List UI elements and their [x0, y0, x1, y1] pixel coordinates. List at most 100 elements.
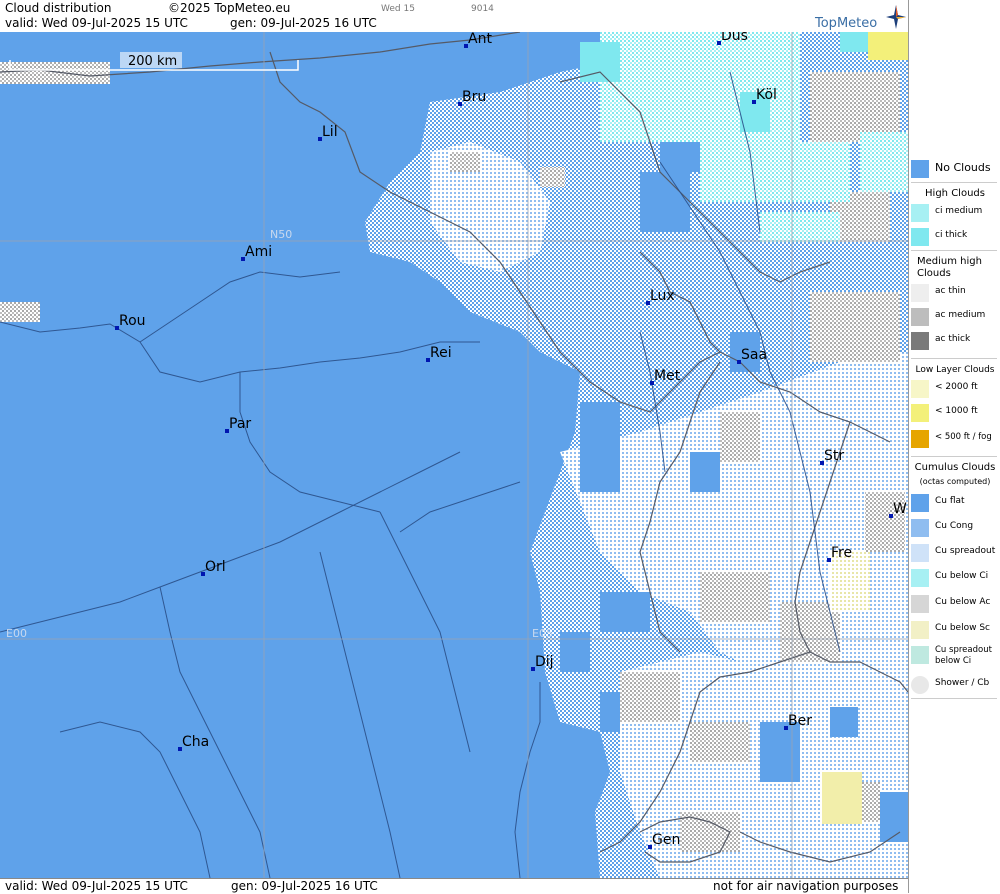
- legend-label: Cu spreadout: [935, 546, 996, 556]
- city-label: Orl: [205, 559, 226, 575]
- city-label: Köl: [756, 87, 777, 103]
- shower-swatch: [911, 676, 929, 694]
- city-label: Cha: [182, 734, 209, 750]
- city-label: Rou: [119, 313, 146, 329]
- compass-star-icon: [886, 5, 906, 29]
- legend-ci-medium: ci medium: [909, 202, 1000, 224]
- city-label: Par: [229, 416, 251, 432]
- map-canvas: N50 E00 E05 200 km Ant Düs Bru Köl Lil Ami Lux…: [0, 32, 908, 878]
- legend-label: ac thin: [935, 286, 966, 296]
- legend-label: Cu below Sc: [935, 623, 990, 633]
- city-label: Rei: [430, 345, 452, 361]
- city-label: Dij: [535, 654, 554, 670]
- legend-ci-thick: ci thick: [909, 226, 1000, 248]
- legend-low-layer-heading: Low Layer Clouds: [915, 365, 995, 375]
- legend-octas-note: (octas computed): [919, 477, 991, 486]
- legend-cu-spreadout-below-ci: Cu spreadout below Ci: [909, 644, 1000, 674]
- legend-label: < 500 ft / fog: [935, 432, 992, 442]
- cu-spreadout-swatch: [911, 544, 929, 562]
- city-label: Lil: [322, 124, 338, 140]
- city-ant: Ant: [464, 32, 492, 48]
- generated-time: gen: 09-Jul-2025 16 UTC: [230, 16, 377, 30]
- disclaimer: not for air navigation purposes: [713, 879, 899, 893]
- ci-thick-swatch: [911, 228, 929, 246]
- city-bru: Bru: [458, 89, 486, 106]
- legend-ac-thin: ac thin: [909, 282, 1000, 304]
- city-lux: Lux: [646, 288, 675, 305]
- city-label: Ber: [788, 713, 812, 729]
- legend-shower: Shower / Cb: [909, 674, 1000, 696]
- scale-label: 200 km: [128, 54, 177, 69]
- legend-ac-thick: ac thick: [909, 330, 1000, 352]
- legend-lt500: < 500 ft / fog: [909, 428, 1000, 450]
- footer-valid-time: valid: Wed 09-Jul-2025 15 UTC: [5, 879, 188, 893]
- ac-thick-swatch: [911, 332, 929, 350]
- city-kol: Köl: [752, 87, 777, 104]
- cu-flat-swatch: [911, 494, 929, 512]
- legend-label: ac medium: [935, 310, 986, 320]
- copyright: ©2025 TopMeteo.eu: [168, 1, 291, 15]
- legend-cu-below-ci: Cu below Ci: [909, 567, 1000, 589]
- city-label: W: [893, 501, 907, 517]
- city-dij: Dij: [531, 654, 554, 671]
- legend-high-clouds-heading: High Clouds: [925, 188, 985, 199]
- city-label: Düs: [721, 32, 748, 44]
- logo-text: TopMeteo: [815, 16, 878, 31]
- map-footer: valid: Wed 09-Jul-2025 15 UTC gen: 09-Ju…: [0, 878, 908, 894]
- map-header: Cloud distribution ©2025 TopMeteo.eu Wed…: [0, 0, 908, 33]
- ac-thin-swatch: [911, 284, 929, 302]
- city-label: Str: [824, 448, 844, 464]
- legend-cu-below-ac: Cu below Ac: [909, 593, 1000, 615]
- city-label: Met: [654, 368, 681, 384]
- cu-below-ci-swatch: [911, 569, 929, 587]
- legend-cu-below-sc: Cu below Sc: [909, 619, 1000, 641]
- legend-label: < 1000 ft: [935, 406, 978, 416]
- legend-cu-spreadout: Cu spreadout: [909, 542, 1000, 564]
- cu-cong-swatch: [911, 519, 929, 537]
- lat-label-n50: N50: [270, 228, 292, 241]
- timestep: Wed 15: [381, 4, 415, 14]
- cu-below-ac-swatch: [911, 595, 929, 613]
- city-fre: Fre: [827, 545, 852, 562]
- legend-medium-high-heading: Medium high Clouds: [917, 256, 982, 279]
- legend-label: ci thick: [935, 230, 968, 240]
- cu-below-sc-swatch: [911, 621, 929, 639]
- lt500-swatch: [911, 430, 929, 448]
- legend-label: Cu Cong: [935, 521, 974, 531]
- legend-lt2000: < 2000 ft: [909, 378, 1000, 400]
- legend-label: No Clouds: [935, 161, 991, 174]
- no-clouds-swatch: [911, 160, 929, 178]
- city-rei: Rei: [426, 345, 452, 362]
- ci-medium-swatch: [911, 204, 929, 222]
- topmeteo-logo[interactable]: TopMeteo: [815, 4, 907, 31]
- valid-time: valid: Wed 09-Jul-2025 15 UTC: [5, 16, 188, 30]
- city-met: Met: [650, 368, 681, 385]
- legend-cu-flat: Cu flat: [909, 492, 1000, 514]
- legend-ac-medium: ac medium: [909, 306, 1000, 328]
- map-title: Cloud distribution: [5, 1, 112, 15]
- lt1000-swatch: [911, 404, 929, 422]
- cloud-map[interactable]: N50 E00 E05 200 km Ant Düs Bru Köl Lil Ami Lux…: [0, 32, 908, 878]
- city-label: Fre: [831, 545, 852, 561]
- city-rou: Rou: [115, 313, 146, 330]
- city-ber: Ber: [784, 713, 812, 730]
- city-par: Par: [225, 416, 251, 433]
- ac-medium-swatch: [911, 308, 929, 326]
- cu-spreadout-below-ci-swatch: [911, 646, 929, 664]
- city-dus: Düs: [717, 32, 748, 45]
- lon-label-e00: E00: [6, 627, 27, 640]
- city-saa: Saa: [737, 347, 767, 364]
- city-label: Bru: [462, 89, 486, 105]
- city-orl: Orl: [201, 559, 226, 576]
- legend-label: ac thick: [935, 334, 971, 344]
- city-gen: Gen: [648, 832, 680, 849]
- legend-cu-cong: Cu Cong: [909, 517, 1000, 539]
- city-label: Gen: [652, 832, 680, 848]
- legend-label: ci medium: [935, 206, 983, 216]
- city-cha: Cha: [178, 734, 209, 751]
- city-label: Lux: [650, 288, 675, 304]
- legend-label: Cu below Ci: [935, 571, 989, 581]
- city-ami: Ami: [241, 244, 272, 261]
- product-code: 9014: [471, 4, 494, 14]
- footer-generated-time: gen: 09-Jul-2025 16 UTC: [231, 879, 378, 893]
